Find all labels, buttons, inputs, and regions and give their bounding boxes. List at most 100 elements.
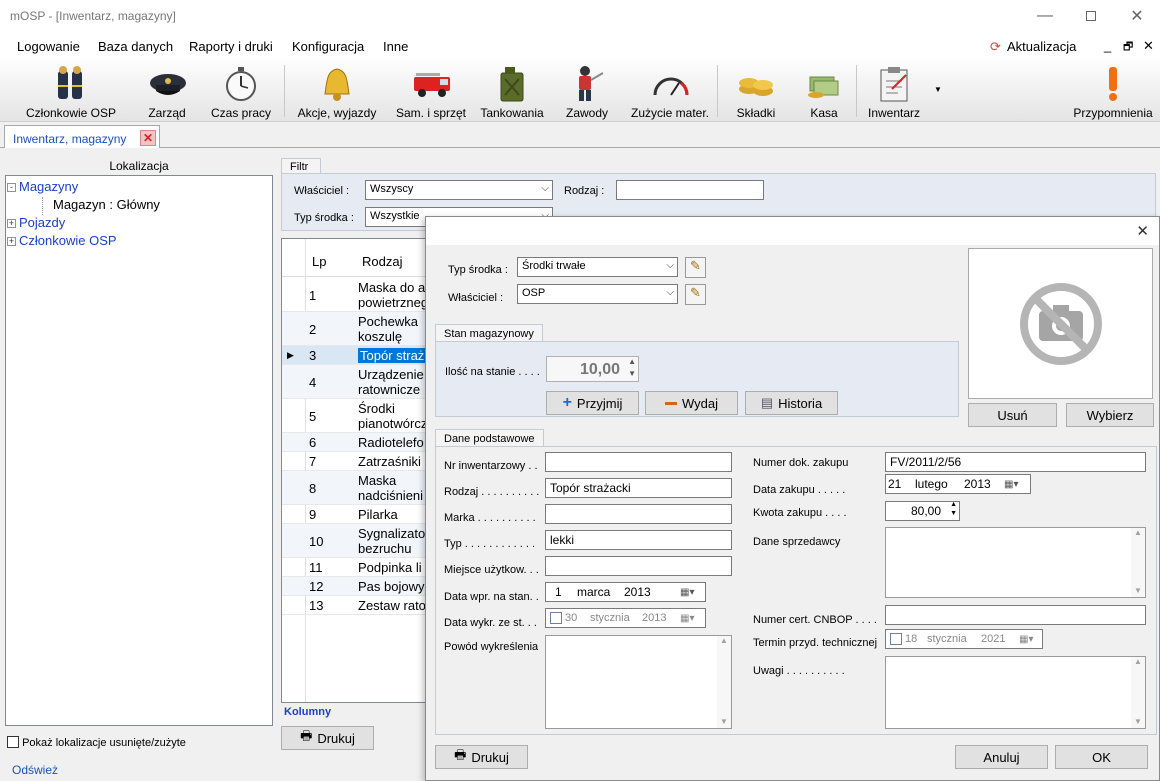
- notes-textarea[interactable]: ▲ ▼: [885, 656, 1146, 729]
- minimize-button[interactable]: —: [1022, 0, 1068, 32]
- table-row[interactable]: 12 Pas bojowy: [282, 577, 425, 596]
- printer-icon: 🖶: [454, 747, 467, 762]
- table-row[interactable]: 6 Radiotelefo: [282, 433, 425, 452]
- toolbar-inwentarz-button[interactable]: Inwentarz: [862, 60, 926, 122]
- ok-button[interactable]: OK: [1055, 745, 1148, 769]
- spin-down-icon[interactable]: ▼: [950, 510, 957, 517]
- menu-inne[interactable]: Inne: [383, 39, 408, 54]
- menu-konfiguracja[interactable]: Konfiguracja: [292, 39, 364, 54]
- inv-no-input[interactable]: [545, 452, 732, 472]
- update-link[interactable]: Aktualizacja: [1007, 39, 1076, 54]
- toolbar-czas-pracy-button[interactable]: Czas pracy: [209, 60, 273, 122]
- brand-input[interactable]: [545, 504, 732, 524]
- spin-up-icon[interactable]: ▲: [950, 501, 957, 508]
- toolbar-zuzycie-button[interactable]: Zużycie mater.: [626, 60, 714, 122]
- owner-select[interactable]: OSP ⌵: [517, 284, 678, 304]
- col-lp-header[interactable]: Lp: [312, 254, 326, 269]
- toolbar-przypomnienia-button[interactable]: Przypomnienia: [1072, 60, 1154, 122]
- calendar-icon[interactable]: ▦▾: [680, 587, 694, 598]
- expand-icon[interactable]: +: [7, 219, 16, 228]
- checkbox-box[interactable]: [7, 736, 19, 748]
- date-in-picker[interactable]: 1 marca 2013 ▦▾: [545, 582, 706, 602]
- kind-input[interactable]: [545, 478, 732, 498]
- tree-node-pojazdy[interactable]: + Pojazdy: [7, 215, 65, 233]
- show-removed-checkbox[interactable]: Pokaż lokalizacje usunięte/zużyte: [7, 736, 186, 749]
- receive-button[interactable]: + Przyjmij: [546, 391, 639, 415]
- date-out-picker[interactable]: 30 stycznia 2013 ▦▾: [545, 608, 706, 628]
- table-row[interactable]: 10 Sygnalizato bezruchu: [282, 524, 425, 558]
- dialog-print-button[interactable]: 🖶 Drukuj: [435, 745, 528, 769]
- inwentarz-dropdown-icon[interactable]: ▼: [934, 85, 942, 94]
- mdi-minimize-button[interactable]: _: [1104, 38, 1111, 53]
- amount-stepper[interactable]: 80,00 ▲ ▼: [885, 501, 960, 521]
- edit-type-icon[interactable]: ✎: [685, 257, 706, 278]
- remove-photo-button[interactable]: Usuń: [968, 403, 1057, 427]
- history-button[interactable]: ▤ Historia: [745, 391, 838, 415]
- toolbar-akcje-button[interactable]: Akcje, wyjazdy: [294, 60, 380, 122]
- spin-up-icon[interactable]: ▲: [628, 357, 636, 366]
- table-row[interactable]: 9 Pilarka: [282, 505, 425, 524]
- cancel-button[interactable]: Anuluj: [955, 745, 1048, 769]
- tab-close-icon[interactable]: ✕: [140, 130, 156, 146]
- toolbar-tankowania-button[interactable]: Tankowania: [478, 60, 546, 122]
- scrollbar[interactable]: ▲ ▼: [1131, 528, 1145, 597]
- menu-logowanie[interactable]: Logowanie: [17, 39, 80, 54]
- columns-link[interactable]: Kolumny: [284, 706, 331, 718]
- qty-stepper[interactable]: 10,00 ▲ ▼: [546, 356, 639, 382]
- calendar-icon[interactable]: ▦▾: [1019, 634, 1033, 645]
- filter-kind-input[interactable]: [616, 180, 764, 200]
- issue-button[interactable]: Wydaj: [645, 391, 738, 415]
- table-row[interactable]: 5 Środki pianotwórcz: [282, 399, 425, 433]
- scrollbar[interactable]: ▲ ▼: [717, 636, 731, 728]
- col-rodzaj-header[interactable]: Rodzaj: [362, 254, 402, 269]
- tech-date-checkbox[interactable]: [890, 633, 902, 645]
- place-input[interactable]: [545, 556, 732, 576]
- expand-icon[interactable]: +: [7, 237, 16, 246]
- purchase-date-picker[interactable]: 21 lutego 2013 ▦▾: [885, 474, 1031, 494]
- refresh-link[interactable]: Odśwież: [12, 763, 58, 777]
- edit-owner-icon[interactable]: ✎: [685, 284, 706, 305]
- toolbar-kasa-button[interactable]: Kasa: [800, 60, 848, 122]
- tree-node-czlonkowie[interactable]: + Członkowie OSP: [7, 233, 117, 251]
- calendar-icon[interactable]: ▦▾: [680, 613, 694, 624]
- table-row[interactable]: 3 Topór straż ▶: [282, 346, 425, 365]
- reason-textarea[interactable]: ▲ ▼: [545, 635, 732, 729]
- toolbar-sprzet-button[interactable]: Sam. i sprzęt: [395, 60, 467, 122]
- scrollbar[interactable]: ▲ ▼: [1131, 657, 1145, 728]
- table-row[interactable]: 2 Pochewka koszulę: [282, 312, 425, 346]
- seller-textarea[interactable]: ▲ ▼: [885, 527, 1146, 598]
- toolbar-skladki-button[interactable]: Składki: [729, 60, 783, 122]
- mdi-close-button[interactable]: ✕: [1143, 38, 1154, 54]
- menu-raporty[interactable]: Raporty i druki: [189, 39, 273, 54]
- table-row[interactable]: 13 Zestaw rato: [282, 596, 425, 615]
- filter-owner-select[interactable]: Wszyscy ⌵: [365, 180, 553, 200]
- spin-down-icon[interactable]: ▼: [628, 369, 636, 378]
- table-row[interactable]: 11 Podpinka li: [282, 558, 425, 577]
- choose-photo-button[interactable]: Wybierz: [1066, 403, 1154, 427]
- mdi-restore-button[interactable]: 🗗: [1123, 38, 1133, 57]
- cert-input[interactable]: [885, 605, 1146, 625]
- calendar-icon[interactable]: ▦▾: [1004, 479, 1018, 490]
- table-row[interactable]: 4 Urządzenie ratownicze: [282, 365, 425, 399]
- tech-date-picker[interactable]: 18 stycznia 2021 ▦▾: [885, 629, 1043, 649]
- tree-node-magazyn-glowny[interactable]: Magazyn : Główny: [42, 197, 160, 215]
- maximize-button[interactable]: [1068, 0, 1114, 32]
- table-row[interactable]: 7 Zatrzaśniki: [282, 452, 425, 471]
- table-row[interactable]: 1 Maska do a powietrzneg: [282, 278, 425, 312]
- close-window-button[interactable]: ✕: [1114, 0, 1160, 32]
- refresh-arrows-icon: ⟳: [990, 39, 1001, 54]
- toolbar-czlonkowie-button[interactable]: Członkowie OSP: [26, 60, 116, 122]
- dialog-close-icon[interactable]: ✕: [1136, 222, 1149, 240]
- tab-inwentarz[interactable]: Inwentarz, magazyny ✕: [4, 125, 160, 148]
- toolbar-zawody-button[interactable]: Zawody: [560, 60, 614, 122]
- toolbar-zarzad-button[interactable]: Zarząd: [142, 60, 192, 122]
- menu-baza-danych[interactable]: Baza danych: [98, 39, 173, 54]
- table-row[interactable]: 8 Maska nadciśnieni: [282, 471, 425, 505]
- purchase-doc-input[interactable]: [885, 452, 1146, 472]
- date-out-checkbox[interactable]: [550, 612, 562, 624]
- type-select[interactable]: Środki trwałe ⌵: [517, 257, 678, 277]
- grid-print-button[interactable]: 🖶 Drukuj: [281, 726, 374, 750]
- type2-input[interactable]: [545, 530, 732, 550]
- collapse-icon[interactable]: -: [7, 183, 16, 192]
- tree-node-magazyny[interactable]: - Magazyny: [7, 179, 78, 197]
